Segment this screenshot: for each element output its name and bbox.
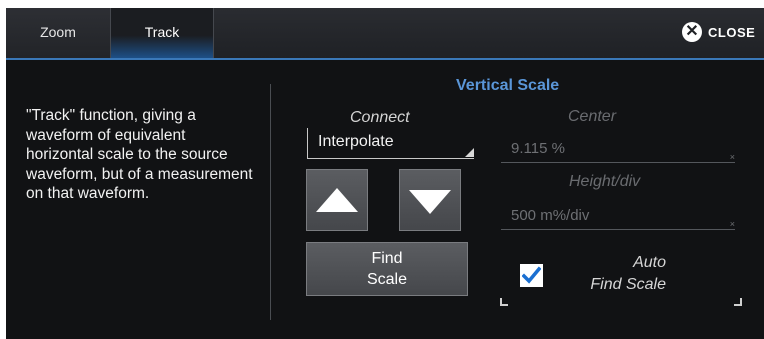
clear-icon: × bbox=[729, 152, 735, 162]
auto-find-scale-checkbox[interactable] bbox=[520, 264, 543, 287]
close-label: CLOSE bbox=[708, 25, 756, 40]
connect-dropdown[interactable]: Interpolate bbox=[307, 128, 474, 159]
checkmark-icon bbox=[522, 266, 541, 284]
center-field[interactable]: 9.115 % × bbox=[501, 140, 735, 163]
find-scale-button[interactable]: Find Scale bbox=[306, 242, 468, 296]
auto-label-line1: Auto bbox=[633, 254, 666, 271]
height-div-field[interactable]: 500 m%/div × bbox=[501, 207, 735, 230]
dropdown-corner-icon bbox=[465, 148, 474, 157]
auto-find-scale-group: Auto Find Scale bbox=[500, 246, 742, 306]
center-value: 9.115 % bbox=[511, 140, 565, 157]
down-button[interactable] bbox=[399, 169, 461, 231]
track-panel: Zoom Track ✕ CLOSE "Track" function, giv… bbox=[6, 8, 764, 339]
connect-label: Connect bbox=[350, 109, 410, 126]
corner-bracket bbox=[734, 298, 742, 306]
divider bbox=[270, 84, 271, 320]
up-button[interactable] bbox=[306, 169, 368, 231]
function-description: "Track" function, giving a waveform of e… bbox=[26, 107, 253, 202]
connect-value: Interpolate bbox=[318, 133, 394, 150]
tab-track[interactable]: Track bbox=[111, 8, 214, 58]
find-scale-line2: Scale bbox=[366, 271, 408, 288]
tab-accent-line bbox=[6, 58, 764, 60]
height-div-label: Height/div bbox=[569, 173, 641, 190]
height-div-value: 500 m%/div bbox=[511, 207, 590, 224]
center-label: Center bbox=[568, 108, 617, 125]
vertical-scale-title: Vertical Scale bbox=[456, 77, 560, 94]
auto-label-line2: Find Scale bbox=[590, 276, 666, 293]
arrow-down-icon bbox=[409, 190, 451, 214]
auto-find-scale-label: Auto Find Scale bbox=[560, 252, 666, 296]
find-scale-line1: Find bbox=[371, 250, 403, 267]
tab-bar: Zoom Track ✕ CLOSE bbox=[6, 8, 764, 60]
close-circle-icon: ✕ bbox=[682, 22, 702, 42]
corner-bracket bbox=[500, 298, 508, 306]
clear-icon: × bbox=[729, 219, 735, 229]
tab-zoom[interactable]: Zoom bbox=[6, 8, 111, 58]
close-button[interactable]: ✕ CLOSE bbox=[682, 20, 764, 46]
arrow-up-icon bbox=[316, 188, 358, 212]
